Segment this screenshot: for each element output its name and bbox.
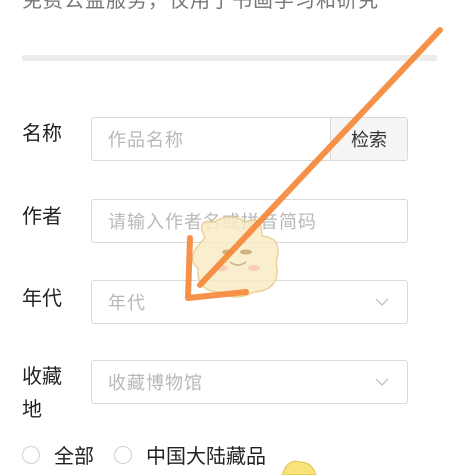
chevron-down-icon (369, 378, 395, 387)
orange-arrow-annotation (185, 27, 443, 301)
name-placeholder: 作品名称 (108, 130, 184, 151)
collection-label: 收藏 (22, 364, 62, 388)
chevron-down-icon (369, 298, 395, 307)
radio-circle[interactable] (22, 445, 40, 464)
name-label: 名称 (22, 121, 62, 145)
era-select[interactable]: 年代 (91, 280, 408, 324)
collection-placeholder: 收藏博物馆 (108, 373, 203, 394)
era-label: 年代 (22, 286, 62, 310)
radio-option-all[interactable]: 全部 (22, 440, 94, 469)
author-placeholder: 请输入作者名或拼音简码 (108, 212, 317, 233)
author-label: 作者 (22, 204, 62, 228)
mascot-partial-sticker (281, 460, 317, 475)
collection-select[interactable]: 收藏博物馆 (91, 360, 408, 404)
radio-label-all: 全部 (54, 444, 94, 468)
collection-label-line2: 地 (22, 397, 42, 421)
author-input[interactable]: 请输入作者名或拼音简码 (91, 199, 408, 243)
radio-label-mainland: 中国大陆藏品 (146, 444, 266, 468)
page-subtitle: 免费公益服务，仅用于书画学习和研究 (22, 0, 379, 12)
name-input[interactable]: 作品名称 检索 (91, 117, 408, 161)
era-placeholder: 年代 (108, 293, 146, 314)
divider (22, 55, 437, 61)
search-button[interactable]: 检索 (330, 118, 407, 160)
scope-radio-group: 全部 中国大陆藏品 (22, 440, 286, 469)
radio-option-mainland[interactable]: 中国大陆藏品 (114, 440, 266, 469)
radio-circle[interactable] (114, 445, 132, 464)
